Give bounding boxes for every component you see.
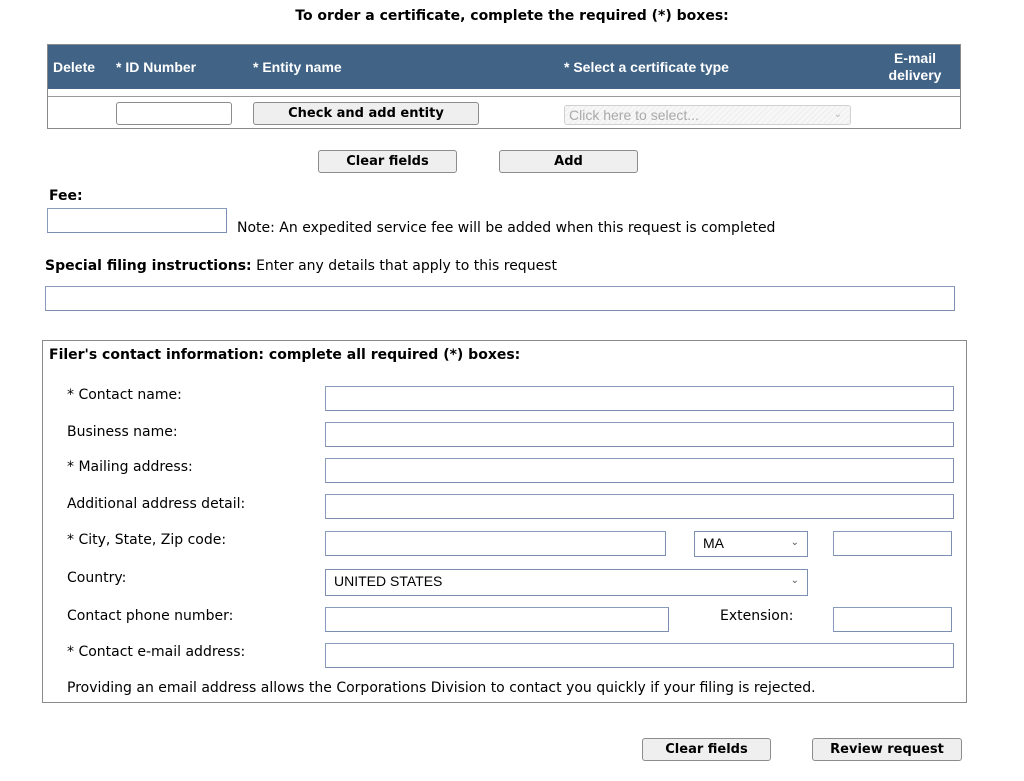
city-state-zip-label: * City, State, Zip code: xyxy=(67,532,227,548)
contact-name-input[interactable] xyxy=(325,386,954,411)
certificate-type-placeholder: Click here to select... xyxy=(569,107,699,123)
zip-input[interactable] xyxy=(833,531,952,556)
contact-name-label: * Contact name: xyxy=(67,387,182,403)
certificate-order-table: Delete * ID Number * Entity name * Selec… xyxy=(47,44,961,129)
contact-heading: Filer's contact information: complete al… xyxy=(49,347,521,363)
row-divider xyxy=(48,96,960,97)
business-name-input[interactable] xyxy=(325,422,954,447)
country-value: UNITED STATES xyxy=(334,573,443,589)
header-email-delivery: E-mail delivery xyxy=(880,50,950,84)
additional-address-input[interactable] xyxy=(325,494,954,519)
special-instructions-hint: Enter any details that apply to this req… xyxy=(256,258,557,274)
clear-contact-fields-button[interactable]: Clear fields xyxy=(642,738,771,761)
id-number-input[interactable] xyxy=(116,102,232,125)
email-note: Providing an email address allows the Co… xyxy=(67,680,816,696)
check-and-add-entity-button[interactable]: Check and add entity xyxy=(253,102,479,125)
special-instructions-label: Special filing instructions: xyxy=(45,258,252,274)
header-email-delivery-line1: E-mail xyxy=(893,50,936,66)
header-email-delivery-line2: delivery xyxy=(888,67,942,83)
business-name-label: Business name: xyxy=(67,424,178,440)
state-select[interactable]: MA ⌄ xyxy=(694,531,808,557)
mailing-address-label: * Mailing address: xyxy=(67,459,193,475)
special-instructions-input[interactable] xyxy=(45,286,955,311)
add-entity-button[interactable]: Add xyxy=(499,150,638,173)
country-select[interactable]: UNITED STATES ⌄ xyxy=(325,569,808,596)
special-instructions-label-row: Special filing instructions: Enter any d… xyxy=(45,258,557,274)
extension-label: Extension: xyxy=(720,608,794,624)
clear-entity-fields-button[interactable]: Clear fields xyxy=(318,150,457,173)
chevron-down-icon: ⌄ xyxy=(833,109,842,120)
fee-note: Note: An expedited service fee will be a… xyxy=(237,220,776,236)
header-entity-name: * Entity name xyxy=(253,59,342,75)
header-certificate-type: * Select a certificate type xyxy=(564,59,729,75)
table-header: Delete * ID Number * Entity name * Selec… xyxy=(48,45,960,89)
state-value: MA xyxy=(703,535,724,551)
extension-input[interactable] xyxy=(833,607,952,632)
phone-input[interactable] xyxy=(325,607,669,632)
country-label: Country: xyxy=(67,570,127,586)
email-input[interactable] xyxy=(325,643,954,668)
header-delete: Delete xyxy=(53,59,96,75)
header-id-number: * ID Number xyxy=(116,59,197,75)
mailing-address-input[interactable] xyxy=(325,458,954,483)
chevron-down-icon: ⌄ xyxy=(790,537,799,548)
chevron-down-icon: ⌄ xyxy=(790,575,799,586)
phone-label: Contact phone number: xyxy=(67,608,234,624)
additional-address-label: Additional address detail: xyxy=(67,496,246,512)
fee-label: Fee: xyxy=(49,188,83,204)
email-label: * Contact e-mail address: xyxy=(67,644,246,660)
review-request-button[interactable]: Review request xyxy=(812,738,962,761)
fee-input[interactable] xyxy=(47,208,227,233)
certificate-type-select[interactable]: Click here to select... ⌄ xyxy=(564,105,851,125)
city-input[interactable] xyxy=(325,531,666,556)
page-title: To order a certificate, complete the req… xyxy=(295,8,729,24)
